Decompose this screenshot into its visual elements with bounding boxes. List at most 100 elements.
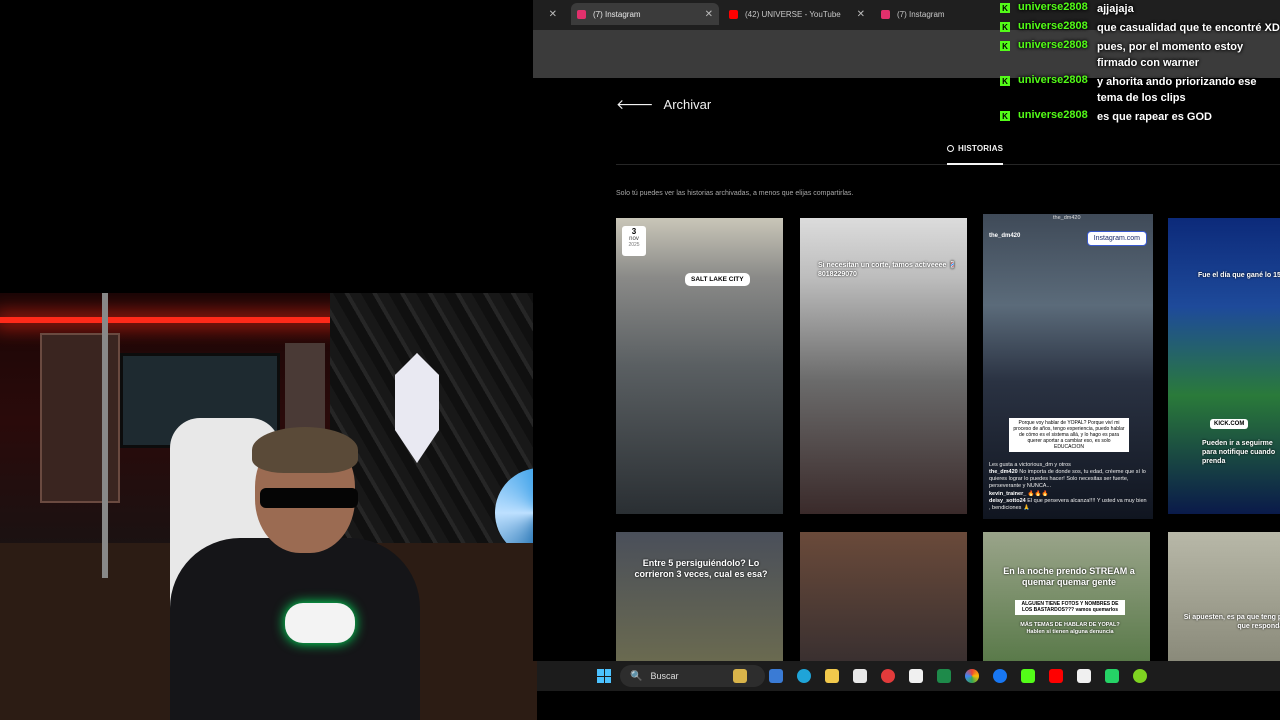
instagram-favicon-icon — [577, 9, 586, 19]
kick-icon: K — [1000, 76, 1010, 86]
taskview-icon[interactable] — [769, 669, 783, 683]
youtube-favicon-icon — [729, 9, 738, 19]
comment: kevin_trainer_ 🔥🔥🔥 — [989, 491, 1147, 498]
excel-icon[interactable] — [937, 669, 951, 683]
youtube-icon[interactable] — [1049, 669, 1063, 683]
story-thumbnail[interactable]: 3 nov 2025 SALT LAKE CITY — [616, 218, 783, 514]
kick-icon: K — [1000, 111, 1010, 121]
chat-message: K universe2808 es que rapear es GOD — [1000, 109, 1280, 125]
search-icon: 🔍 — [630, 670, 643, 682]
story-caption: Entre 5 persiguiéndolo? Lo corrieron 3 v… — [634, 558, 768, 580]
tab-instagram-active[interactable]: (7) Instagram ✕ — [571, 3, 719, 25]
whatsapp-icon[interactable] — [1105, 669, 1119, 683]
instagram-link-sticker: Instagram.com — [1086, 231, 1147, 246]
story-thumbnail[interactable] — [800, 532, 967, 661]
chat-username: universe2808 — [1018, 1, 1088, 13]
comment-text: 🔥🔥🔥 — [1027, 490, 1049, 497]
story-username: the_dm420 — [989, 233, 1021, 239]
files-icon[interactable] — [825, 669, 839, 683]
history-icon — [947, 145, 954, 152]
chat-text: ajjajaja — [1097, 3, 1134, 15]
story-sticker: ALGUIEN TIENE FOTOS Y NOMBRES DE LOS BAS… — [1015, 600, 1125, 615]
tab-label: (42) UNIVERSE - YouTube — [745, 9, 841, 19]
shelf-left — [40, 333, 120, 503]
tab-historias-label: HISTORIAS — [958, 144, 1004, 153]
story-caption: Si necesitan un corte, tamos activeeee 💈… — [818, 262, 958, 278]
kick-icon: K — [1000, 3, 1010, 13]
story-caption: Si apuesten, es pa que teng pa que respo… — [1183, 614, 1280, 630]
story-caption: En la noche prendo STREAM a quemar quema… — [1003, 566, 1135, 588]
stream-chat: K universe2808 ajjajaja K universe2808 q… — [1000, 1, 1280, 128]
spotify-icon[interactable] — [1133, 669, 1147, 683]
chat-text: que casualidad que te encontré XD — [1097, 22, 1280, 34]
location-sticker: SALT LAKE CITY — [685, 273, 750, 286]
close-icon[interactable]: ✕ — [857, 9, 865, 20]
archive-note: Solo tú puedes ver las historias archiva… — [616, 190, 854, 197]
tab-instagram[interactable]: (7) Instagram — [875, 3, 985, 25]
story-quote: Porque voy hablar de YOPAL? Porque viví … — [1009, 418, 1129, 452]
copilot-icon[interactable] — [733, 669, 747, 683]
comment-user: kevin_trainer_ — [989, 490, 1027, 497]
back-arrow-icon[interactable]: 🡐 — [616, 96, 654, 113]
chat-username: universe2808 — [1018, 109, 1088, 121]
chat-message: K universe2808 que casualidad que te enc… — [1000, 20, 1280, 36]
page-title: Archivar — [663, 97, 712, 112]
close-icon[interactable]: ✕ — [549, 9, 557, 20]
story-bottom-text: Pueden ir a seguirme para notifique cuan… — [1202, 440, 1276, 465]
microphone — [285, 603, 355, 643]
capcut-icon[interactable] — [1077, 669, 1091, 683]
screen: ✕ (7) Instagram ✕ (42) UNIVERSE - YouTub… — [0, 0, 1280, 720]
tab-partial[interactable]: ✕ — [533, 3, 563, 25]
facebook-icon[interactable] — [993, 669, 1007, 683]
opera-icon[interactable] — [881, 669, 895, 683]
pole — [102, 293, 108, 578]
chat-message: K universe2808 pues, por el momento esto… — [1000, 39, 1280, 71]
chat-text: pues, por el momento estoy firmado con w… — [1097, 41, 1244, 69]
instagram-favicon-icon — [881, 9, 890, 19]
mail-icon[interactable] — [909, 669, 923, 683]
store-icon[interactable] — [853, 669, 867, 683]
story-thumbnail[interactable]: Fue el día que gané lo 1500$ KICK.COM Pu… — [1168, 218, 1280, 514]
streamer — [140, 427, 430, 720]
streamer-hair — [252, 427, 358, 473]
archive-header: 🡐 Archivar — [616, 96, 711, 113]
date-day: 3 — [631, 227, 637, 236]
tab-historias[interactable]: HISTORIAS — [947, 144, 1003, 153]
story-caption: Fue el día que gané lo 1500$ — [1198, 272, 1280, 279]
story-thumbnail[interactable]: Entre 5 persiguiéndolo? Lo corrieron 3 v… — [616, 532, 783, 661]
edge-icon[interactable] — [797, 669, 811, 683]
webcam-feed — [0, 293, 537, 720]
kick-badge: KICK.COM — [1210, 419, 1249, 429]
date-year: 2025 — [628, 242, 640, 248]
date-badge: 3 nov 2025 — [622, 226, 646, 256]
search-placeholder: Buscar — [650, 671, 679, 681]
story-thumbnail[interactable]: the_dm420 the_dm420 Instagram.com Porque… — [983, 214, 1153, 519]
chrome-icon[interactable] — [965, 669, 979, 683]
story-handle: the_dm420 — [1053, 215, 1081, 221]
chat-text: es que rapear es GOD — [1097, 111, 1212, 123]
sunglasses — [260, 488, 358, 508]
taskbar: 🔍 Buscar — [537, 661, 1280, 691]
comment-user: deisy_sotto24 — [989, 497, 1026, 504]
close-icon[interactable]: ✕ — [705, 9, 713, 20]
chat-text: y ahorita ando priorizando ese tema de l… — [1097, 76, 1257, 104]
story-thumbnail[interactable]: Si necesitan un corte, tamos activeeee 💈… — [800, 218, 967, 514]
windows-start-icon[interactable] — [597, 669, 611, 683]
tab-active-indicator — [947, 163, 1003, 165]
chat-message: K universe2808 y ahorita ando priorizand… — [1000, 74, 1280, 106]
story-thumbnail[interactable]: En la noche prendo STREAM a quemar quema… — [983, 532, 1150, 661]
kick-icon: K — [1000, 22, 1010, 32]
tab-youtube[interactable]: (42) UNIVERSE - YouTube ✕ — [723, 3, 871, 25]
comment: deisy_sotto24 El que persevera alcanza!!… — [989, 498, 1147, 512]
likes-line: Les gusta a victorious_dm y otros — [989, 462, 1071, 468]
tab-label: (7) Instagram — [897, 9, 945, 19]
kick-icon: K — [1000, 41, 1010, 51]
story-sticker-2: MÁS TEMAS DE HABLAR DE YOPAL? Hablen si … — [1020, 622, 1120, 635]
chat-message: K universe2808 ajjajaja — [1000, 1, 1280, 17]
comment: the_dm420 No importa de donde sos, tu ed… — [989, 469, 1147, 490]
story-comments: Les gusta a victorious_dm y otros the_dm… — [989, 462, 1147, 512]
chat-username: universe2808 — [1018, 74, 1088, 86]
chat-username: universe2808 — [1018, 39, 1088, 51]
kick-icon[interactable] — [1021, 669, 1035, 683]
story-thumbnail[interactable]: Si apuesten, es pa que teng pa que respo… — [1168, 532, 1280, 661]
